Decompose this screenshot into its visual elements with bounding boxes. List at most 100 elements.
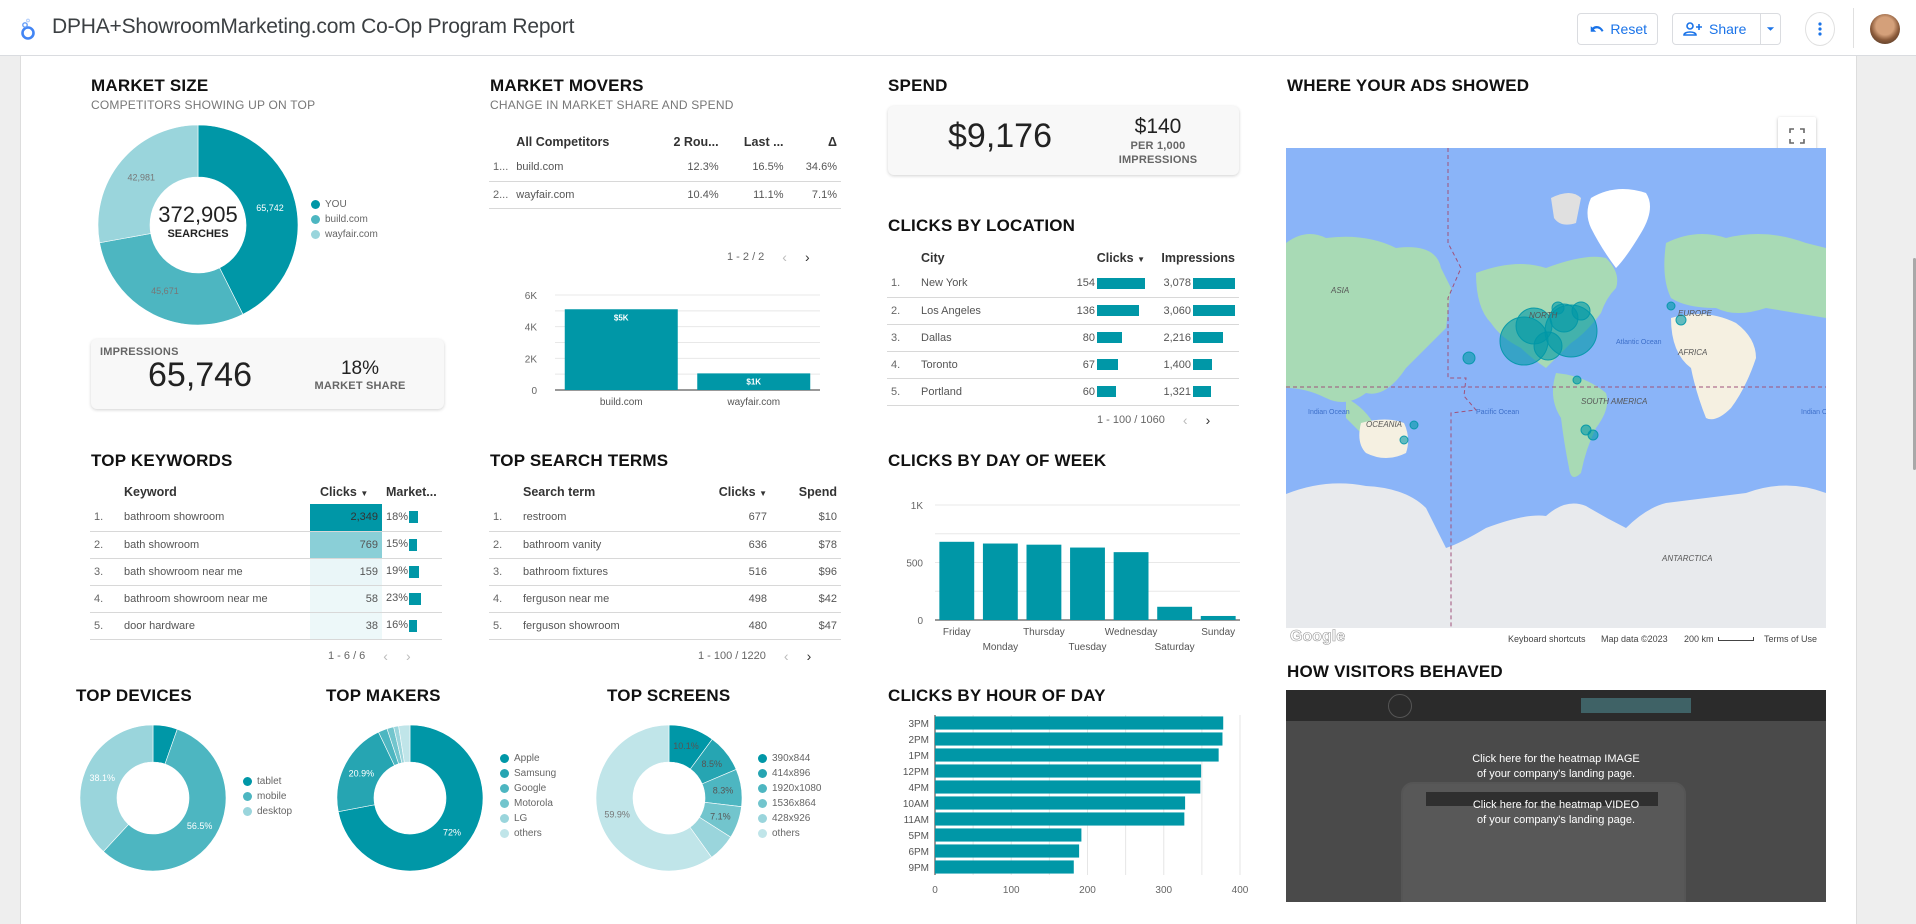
- bar-monday[interactable]: [982, 543, 1018, 620]
- devices-legend-item[interactable]: tablet: [243, 774, 292, 789]
- user-avatar[interactable]: [1870, 14, 1900, 44]
- bar-tuesday[interactable]: [1070, 547, 1105, 620]
- share-dropdown-button[interactable]: [1760, 13, 1781, 45]
- screens-legend-item[interactable]: 1536x864: [758, 796, 822, 811]
- heatmap-preview[interactable]: Click here for the heatmap IMAGE of your…: [1286, 690, 1826, 902]
- bar-4pm[interactable]: [935, 780, 1201, 794]
- column-header-2-rounds[interactable]: 2 Rou...: [650, 129, 722, 154]
- column-header-last[interactable]: Last ...: [723, 129, 788, 154]
- table-row[interactable]: 2... wayfair.com 10.4% 11.1% 7.1%: [489, 181, 841, 209]
- column-header-clicks[interactable]: Clicks ▼: [691, 479, 771, 504]
- prev-page-button[interactable]: ‹: [1183, 412, 1188, 428]
- prev-page-button[interactable]: ‹: [782, 249, 787, 265]
- table-row[interactable]: 3. bath showroom near me 159 19%: [90, 558, 442, 586]
- bar-12pm[interactable]: [935, 764, 1202, 778]
- column-header-city[interactable]: City: [917, 245, 1037, 270]
- column-header-competitor[interactable]: All Competitors: [512, 129, 650, 154]
- screens-legend-item[interactable]: others: [758, 826, 822, 841]
- market-size-legend-item[interactable]: YOU: [311, 197, 378, 212]
- greenland-landmass: [1587, 189, 1650, 268]
- location-bubble[interactable]: [1533, 331, 1563, 361]
- next-page-button[interactable]: ›: [1206, 412, 1211, 428]
- location-bubble[interactable]: [1462, 351, 1476, 365]
- ad-location-map[interactable]: ASIA EUROPE AFRICA NORTH SOUTH AMERICA O…: [1286, 148, 1826, 628]
- bar-saturday[interactable]: [1157, 606, 1193, 620]
- table-row[interactable]: 2. bathroom vanity 636 $78: [489, 531, 841, 559]
- bar-sunday[interactable]: [1200, 615, 1236, 620]
- location-bubble[interactable]: [1572, 375, 1582, 385]
- location-bubble[interactable]: [1399, 435, 1409, 445]
- column-header-keyword[interactable]: Keyword: [120, 479, 310, 504]
- location-bubble[interactable]: [1666, 301, 1676, 311]
- column-header-spend[interactable]: Spend: [771, 479, 841, 504]
- screens-legend-item[interactable]: 414x896: [758, 766, 822, 781]
- screens-legend-item[interactable]: 1920x1080: [758, 781, 822, 796]
- market-size-legend-item[interactable]: build.com: [311, 212, 378, 227]
- table-row[interactable]: 3. bathroom fixtures 516 $96: [489, 558, 841, 586]
- share-button[interactable]: Share: [1672, 13, 1761, 45]
- column-header-delta[interactable]: Δ: [788, 129, 841, 154]
- scrollbar-track[interactable]: [1897, 56, 1916, 924]
- bar-wednesday[interactable]: [1113, 552, 1149, 620]
- table-row[interactable]: 5. door hardware 38 16%: [90, 612, 442, 640]
- impressions-value: 2,216: [1163, 331, 1191, 344]
- table-row[interactable]: 1. New York 154 3,078: [887, 270, 1239, 298]
- prev-page-button[interactable]: ‹: [383, 648, 388, 664]
- next-page-button[interactable]: ›: [807, 648, 812, 664]
- next-page-button[interactable]: ›: [406, 648, 411, 664]
- bar-2pm[interactable]: [935, 732, 1223, 746]
- location-bubble[interactable]: [1587, 429, 1599, 441]
- column-header-search-term[interactable]: Search term: [519, 479, 691, 504]
- makers-legend-item[interactable]: others: [500, 826, 556, 841]
- row-index: 2...: [489, 181, 513, 209]
- makers-legend-item[interactable]: Motorola: [500, 796, 556, 811]
- more-options-button[interactable]: [1805, 12, 1835, 46]
- reset-button[interactable]: Reset: [1577, 13, 1658, 45]
- bar-10am[interactable]: [935, 796, 1186, 810]
- table-row[interactable]: 4. Toronto 67 1,400: [887, 351, 1239, 379]
- makers-legend-item[interactable]: Google: [500, 781, 556, 796]
- bar-9pm[interactable]: [935, 860, 1074, 874]
- heatmap-image-link[interactable]: Click here for the heatmap IMAGE of your…: [1286, 752, 1826, 782]
- bar-5pm[interactable]: [935, 828, 1082, 842]
- makers-legend-item[interactable]: Apple: [500, 751, 556, 766]
- table-row[interactable]: 5. Portland 60 1,321: [887, 378, 1239, 406]
- terms-of-use-link[interactable]: Terms of Use: [1764, 634, 1817, 644]
- table-row[interactable]: 1. restroom 677 $10: [489, 504, 841, 532]
- table-row[interactable]: 2. Los Angeles 136 3,060: [887, 297, 1239, 325]
- bar-friday[interactable]: [939, 541, 975, 620]
- devices-legend-item[interactable]: desktop: [243, 804, 292, 819]
- column-header-market-share[interactable]: Market...: [382, 479, 442, 504]
- screens-legend-item[interactable]: 428x926: [758, 811, 822, 826]
- table-row[interactable]: 4. bathroom showroom near me 58 23%: [90, 585, 442, 613]
- table-row[interactable]: 4. ferguson near me 498 $42: [489, 585, 841, 613]
- prev-page-button[interactable]: ‹: [784, 648, 789, 664]
- screens-legend-item[interactable]: 390x844: [758, 751, 822, 766]
- table-row[interactable]: 3. Dallas 80 2,216: [887, 324, 1239, 352]
- sort-desc-icon: ▼: [1137, 254, 1145, 264]
- table-row[interactable]: 1. bathroom showroom 2,349 18%: [90, 504, 442, 532]
- column-header-clicks[interactable]: Clicks ▼: [1037, 245, 1149, 270]
- heatmap-video-link[interactable]: Click here for the heatmap VIDEO of your…: [1286, 798, 1826, 828]
- bar-6pm[interactable]: [935, 844, 1080, 858]
- market-size-slice-build-com[interactable]: [99, 233, 244, 325]
- location-bubble[interactable]: [1571, 301, 1591, 321]
- bar-1pm[interactable]: [935, 748, 1219, 762]
- table-row[interactable]: 5. ferguson showroom 480 $47: [489, 612, 841, 640]
- table-row[interactable]: 1... build.com 12.3% 16.5% 34.6%: [489, 154, 841, 182]
- cell-value: 16.5%: [722, 154, 788, 182]
- makers-legend-item[interactable]: LG: [500, 811, 556, 826]
- bar-11am[interactable]: [935, 812, 1185, 826]
- table-row[interactable]: 2. bath showroom 769 15%: [90, 531, 442, 559]
- devices-legend-item[interactable]: mobile: [243, 789, 292, 804]
- cell-value: 34.6%: [787, 154, 841, 182]
- bar-thursday[interactable]: [1026, 544, 1062, 620]
- column-header-clicks[interactable]: Clicks ▼: [310, 479, 382, 504]
- bar-3pm[interactable]: [935, 716, 1224, 730]
- market-size-legend-item[interactable]: wayfair.com: [311, 227, 378, 242]
- next-page-button[interactable]: ›: [805, 249, 810, 265]
- location-bubble[interactable]: [1409, 420, 1419, 430]
- makers-legend-item[interactable]: Samsung: [500, 766, 556, 781]
- column-header-impressions[interactable]: Impressions: [1149, 245, 1239, 270]
- keyboard-shortcuts-link[interactable]: Keyboard shortcuts: [1508, 634, 1586, 644]
